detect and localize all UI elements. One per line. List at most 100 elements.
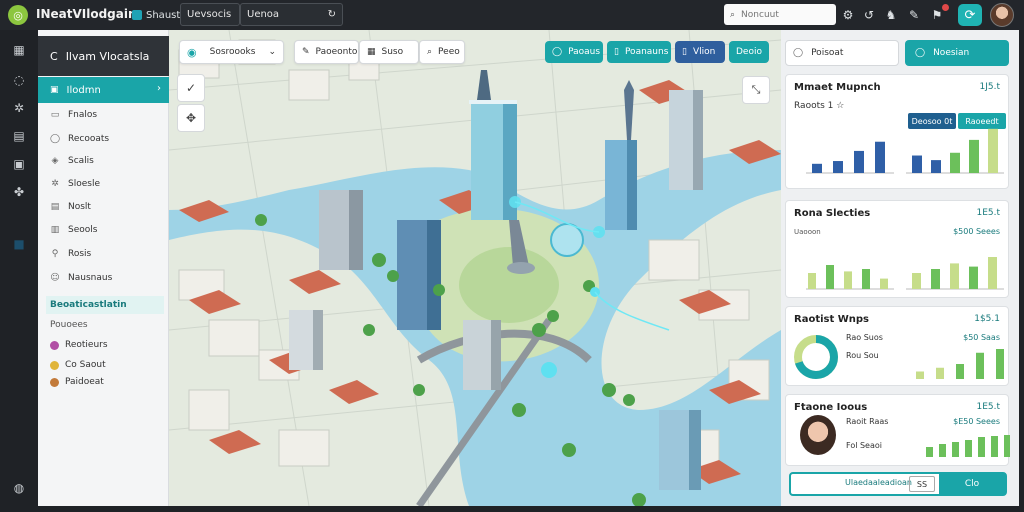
notifications-icon[interactable]: ⚑ [929, 4, 949, 23]
route-icon: ⚲ [51, 249, 59, 259]
panel-search[interactable]: ◯ Poisoat [785, 40, 899, 66]
search-input[interactable] [741, 9, 822, 20]
sidebar-item-3[interactable]: ◈ Scalis [38, 151, 169, 171]
avatar[interactable] [990, 3, 1014, 27]
bar [931, 160, 941, 173]
chat-icon: ◯ [49, 134, 61, 144]
sidebar-item-label: Sloesle [68, 179, 100, 189]
pencil-icon: ✎ [302, 47, 310, 57]
map-icon: ▥ [50, 225, 60, 235]
bar [950, 263, 959, 289]
layer-icon: ▯ [614, 47, 619, 57]
square-icon [132, 10, 142, 20]
bar [862, 269, 870, 289]
location-icon: ◈ [51, 156, 59, 166]
draw-tool-icon[interactable]: ✓ [177, 74, 205, 102]
sidebar-item-7[interactable]: ⚲ Rosis [38, 244, 169, 264]
sidebar-item-2[interactable]: ◯ Recooats [38, 129, 169, 149]
right-panel: ◯ Poisoat ◯ Noesian Mmaet Mupnch 1J5.t R… [781, 30, 1019, 506]
card-market: Mmaet Mupnch 1J5.t Raoots 1 ☆ Deosoo 0t … [785, 74, 1009, 189]
grid-icon[interactable]: ▦ [11, 42, 27, 58]
panel-action-button[interactable]: ◯ Noesian [905, 40, 1009, 66]
help-icon[interactable]: ◍ [11, 480, 27, 496]
bar [812, 163, 822, 173]
footer-icon-button[interactable]: SS [909, 476, 935, 492]
bar [875, 141, 885, 173]
sidebar-small-item-1[interactable]: Reotieurs [50, 340, 108, 350]
refresh-icon[interactable]: ↺ [861, 7, 877, 23]
bar [965, 440, 972, 457]
puzzle-icon[interactable]: ✤ [11, 184, 27, 200]
search-box[interactable]: ⌕ [724, 4, 836, 25]
sidebar-item-1[interactable]: ▭ Fnalos [38, 105, 169, 125]
sidebar-small-label: Reotieurs [65, 340, 108, 350]
bar [1004, 435, 1010, 457]
filter-pill-4[interactable]: Deoio [729, 41, 769, 63]
user-icon: ☺ [50, 273, 60, 283]
bar [833, 161, 843, 173]
shield-icon: ◯ [793, 48, 804, 58]
map-toolbar-label: Paoeonto [315, 47, 358, 57]
sidebar-small-item-2[interactable]: Co Saout [50, 360, 106, 370]
card-issues: Ftaone Ioous 1E5.t Raoit Raas $E50 Seees… [785, 394, 1010, 466]
search-icon: ⌕ [427, 47, 433, 57]
card-wins: Raotist Wnps 1$5.1 Rao Suos $50 Saas Rou… [785, 306, 1009, 386]
market-bar-chart [806, 128, 1004, 174]
map-toolbar-item-3[interactable]: ▦ Suso [359, 40, 419, 64]
bar [991, 436, 998, 457]
users-icon[interactable]: ♞ [883, 7, 899, 23]
category-icon [50, 360, 59, 370]
filter-pill-3[interactable]: ▯ Vlion [675, 41, 725, 63]
map-pin-icon: ◉ [187, 45, 197, 59]
filter-pill-2[interactable]: ▯ Poanauns [607, 41, 671, 63]
layers-icon[interactable]: ▣ [11, 156, 27, 172]
sidebar-small-item-3[interactable]: Paidoeat [50, 377, 104, 387]
sidebar-item-6[interactable]: ▥ Seools [38, 220, 169, 240]
check-circle-icon: ◯ [552, 47, 563, 57]
sync-button[interactable]: ⟳ [958, 4, 982, 26]
grid-icon: ▦ [367, 47, 376, 57]
category-icon [50, 340, 59, 350]
layer-select[interactable]: ◉ Sosroooks ⌄ [179, 40, 284, 64]
pill-label: Vlion [692, 47, 716, 57]
gear-icon[interactable]: ✲ [11, 100, 27, 116]
sidebar-header[interactable]: C Ilvam Vlocatsla [38, 36, 169, 76]
map-toolbar-label: Peeo [438, 47, 460, 57]
fullscreen-icon[interactable]: ⤡ [742, 76, 770, 104]
panel-search-label: Poisoat [811, 48, 844, 58]
footer-bar: Ulaedaaleadioan SS Clo [789, 472, 1007, 496]
settings-icon[interactable]: ⚙ [840, 7, 856, 23]
map-toolbar-item-4[interactable]: ⌕ Peeo [419, 40, 465, 64]
footer-action-button[interactable]: Clo [939, 474, 1005, 494]
chat-icon[interactable]: ◌ [11, 72, 27, 88]
sidebar-item-label: Noslt [68, 202, 91, 212]
sidebar-section-title: Beoaticastlatin [46, 296, 164, 314]
uenoa-field[interactable]: Uenoa ↻ [240, 3, 343, 26]
sidebar-item-4[interactable]: ✲ Sloesle [38, 174, 169, 194]
shaust-menu[interactable]: Shaust [132, 6, 180, 24]
map-canvas [169, 30, 781, 506]
sidebar-item-5[interactable]: ▤ Noslt [38, 197, 169, 217]
pill-label: Paoaus [568, 47, 601, 57]
circle-icon: ◯ [915, 48, 926, 58]
dashboard-icon: ▣ [50, 85, 59, 95]
map-toolbar-item-2[interactable]: ✎ Paoeonto [294, 40, 359, 64]
filter-pill-1[interactable]: ◯ Paoaus [545, 41, 603, 63]
globe-icon[interactable]: ◎ [8, 5, 28, 25]
top-bar: ◎ INeatVIlodgain Shaust Uevsocis Uenoa ↻… [0, 0, 1024, 30]
uevsocis-field[interactable]: Uevsocis [180, 3, 240, 26]
move-tool-icon[interactable]: ✥ [177, 104, 205, 132]
sidebar-item-active[interactable]: ▣ Ilodmn › [38, 77, 169, 103]
bar [976, 352, 984, 379]
bar [978, 437, 985, 457]
chevron-right-icon: › [157, 83, 161, 94]
footer-label: Ulaedaaleadioan [845, 478, 912, 487]
pin-icon[interactable]: ✎ [906, 7, 922, 23]
document-icon[interactable]: ▤ [11, 128, 27, 144]
bar [826, 265, 834, 289]
sidebar-item-label: Recooats [68, 134, 110, 144]
sidebar-item-8[interactable]: ☺ Nausnaus [38, 268, 169, 288]
app-title: INeatVIlodgain [36, 7, 137, 21]
bar [939, 444, 946, 457]
city-map[interactable]: ◉ Sosroooks ⌄ ✎ Paoeonto ▦ Suso ⌕ Peeo ◯… [169, 30, 781, 506]
